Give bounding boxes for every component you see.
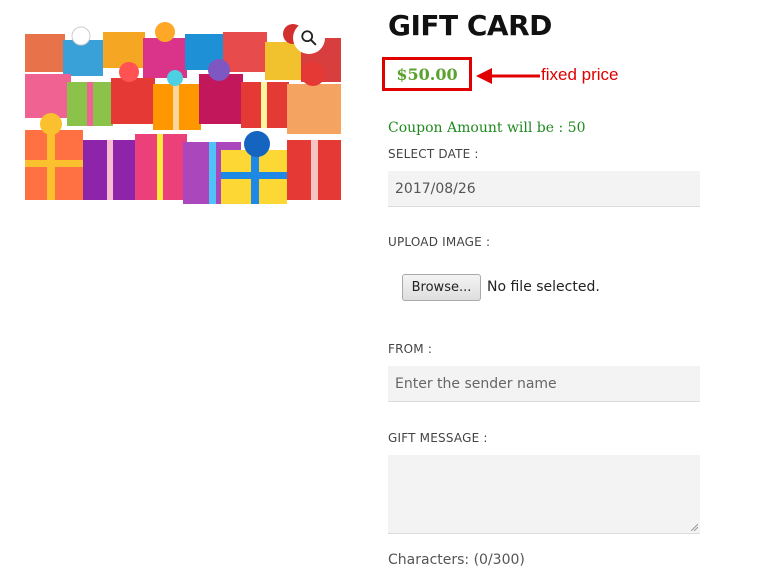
price-highlight-box: $50.00 xyxy=(382,57,472,91)
upload-image-label: UPLOAD IMAGE : xyxy=(388,235,491,249)
file-status-text: No file selected. xyxy=(487,279,600,295)
coupon-amount-text: Coupon Amount will be : 50 xyxy=(388,120,586,136)
product-image[interactable] xyxy=(25,12,341,215)
resize-grip-icon[interactable] xyxy=(691,524,698,531)
date-input[interactable]: 2017/08/26 xyxy=(388,171,700,207)
sender-name-input[interactable]: Enter the sender name xyxy=(388,366,700,402)
gift-message-textarea[interactable] xyxy=(388,455,700,534)
arrow-left-icon xyxy=(476,68,540,84)
characters-counter: Characters: (0/300) xyxy=(388,552,525,568)
zoom-button[interactable] xyxy=(293,22,325,54)
product-price: $50.00 xyxy=(396,64,458,84)
browse-button[interactable]: Browse... xyxy=(402,274,481,301)
select-date-label: SELECT DATE : xyxy=(388,147,479,161)
price-annotation: fixed price xyxy=(541,65,619,84)
product-title: GIFT CARD xyxy=(388,9,552,42)
gift-message-label: GIFT MESSAGE : xyxy=(388,431,488,445)
from-label: FROM : xyxy=(388,342,433,356)
zoom-icon xyxy=(301,30,317,46)
